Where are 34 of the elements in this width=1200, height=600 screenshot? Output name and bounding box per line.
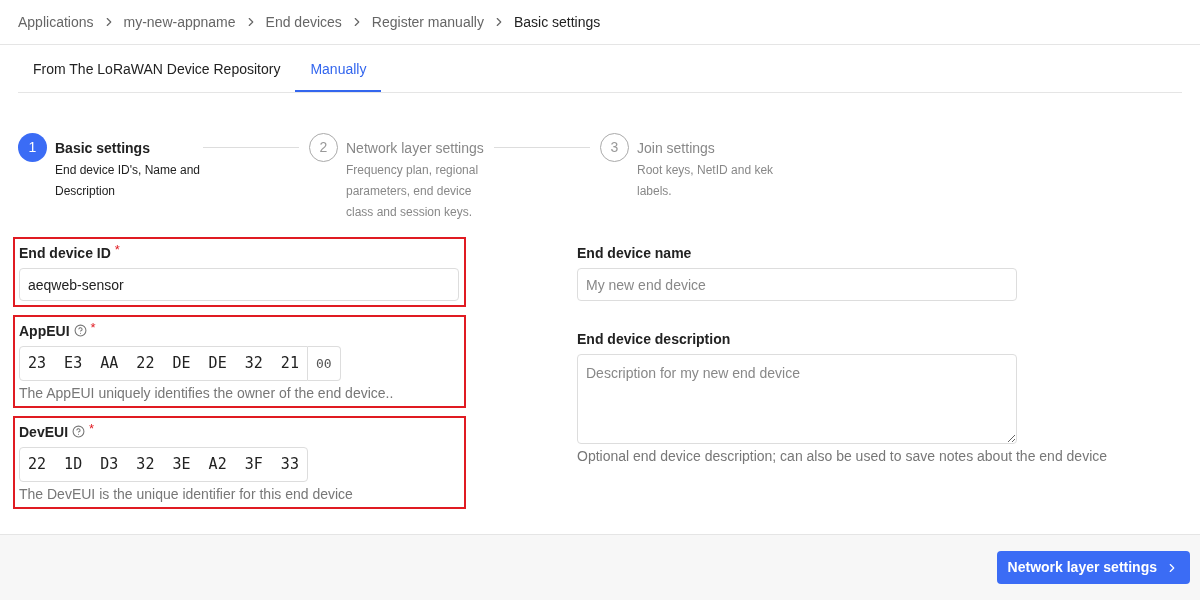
text-field[interactable]: aeqweb-sensor (19, 268, 459, 301)
step-description: Root keys, NetID and kek labels. (637, 162, 775, 200)
breadcrumb[interactable]: my-new-appname (123, 11, 236, 33)
breadcrumb: Basic settings (513, 12, 601, 32)
step-number: 1 (18, 133, 47, 162)
text-field[interactable]: My new end device (577, 268, 1017, 301)
tab[interactable]: From The LoRaWAN Device Repository (18, 49, 296, 92)
eui-suffix: 00 (307, 346, 341, 381)
step-description: End device ID's, Name and Description (55, 162, 202, 200)
help-icon[interactable] (73, 324, 87, 337)
step-title: Basic settings (55, 139, 151, 158)
required-mark: * (89, 422, 95, 435)
field-label: AppEUI (19, 322, 70, 341)
step-description: Frequency plan, regional parameters, end device class and session keys. (346, 162, 480, 221)
next-button[interactable]: Network layer settings (996, 551, 1190, 584)
tab[interactable]: Manually (295, 49, 382, 92)
breadcrumb[interactable]: Applications (18, 11, 94, 33)
required-mark: * (90, 321, 96, 334)
description-field[interactable]: Description for my new end device (577, 354, 1017, 444)
field-label: End device description (577, 330, 731, 349)
eui-field[interactable]: 22 1D D3 32 3E A2 3F 33 (19, 447, 308, 482)
step-title: Join settings (637, 139, 716, 158)
step-title: Network layer settings (346, 139, 485, 158)
help-icon[interactable] (72, 425, 86, 438)
field-label: End device name (577, 244, 692, 263)
breadcrumb[interactable]: Register manually (371, 11, 484, 33)
required-mark: * (114, 243, 120, 256)
breadcrumb[interactable]: End devices (265, 11, 342, 33)
field-hint: Optional end device description; can also be used to save notes about the end device (577, 447, 1108, 465)
field-hint: The DevEUI is the unique identifier for this end device (19, 485, 353, 503)
eui-field[interactable]: 23 E3 AA 22 DE DE 32 21 (19, 346, 308, 381)
field-label: End device ID (19, 244, 111, 263)
field-label: DevEUI (19, 423, 69, 442)
field-hint: The AppEUI uniquely identifies the owner of the end device.. (19, 384, 394, 402)
